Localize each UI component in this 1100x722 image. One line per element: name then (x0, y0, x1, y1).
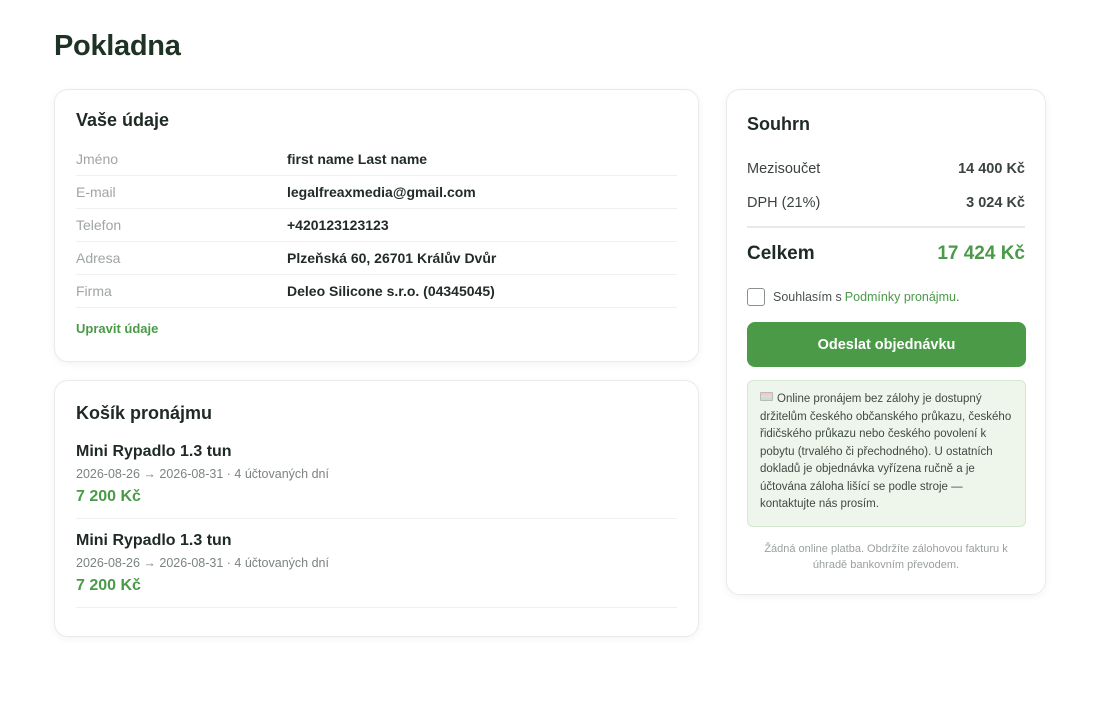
cart-item-price: 7 200 Kč (76, 488, 141, 505)
vat-label: DPH (21%) (747, 195, 821, 211)
details-label: Telefon (76, 217, 122, 233)
details-value: +420123123123 (287, 217, 389, 233)
details-value: legalfreaxmedia@gmail.com (287, 184, 476, 200)
details-label: Firma (76, 283, 112, 299)
details-row-name: Jméno first name Last name (76, 143, 677, 176)
details-row-email: E-mail legalfreaxmedia@gmail.com (76, 176, 677, 209)
details-title: Vaše údaje (76, 110, 170, 130)
cart-item-name: Mini Rypadlo 1.3 tun (76, 443, 232, 460)
cart-item-dates: 2026-08-26 → 2026-08-31 · 4 účtovaných d… (76, 467, 329, 481)
summary-card: Souhrn Mezisoučet 14 400 Kč DPH (21%) 3 … (726, 89, 1046, 595)
subtotal-value: 14 400 Kč (958, 161, 1025, 177)
subtotal-row: Mezisoučet 14 400 Kč (747, 160, 1025, 178)
details-row-company: Firma Deleo Silicone s.r.o. (04345045) (76, 275, 677, 308)
summary-title: Souhrn (747, 114, 810, 134)
payment-footnote: Žádná online platba. Obdržíte zálohovou … (764, 543, 1008, 571)
total-row: Celkem 17 424 Kč (747, 243, 1025, 265)
details-value: Plzeňská 60, 26701 Králův Dvůr (287, 250, 497, 266)
vat-row: DPH (21%) 3 024 Kč (747, 194, 1025, 212)
terms-agreement[interactable]: Souhlasím s Podmínky pronájmu . (747, 288, 1025, 306)
details-row-address: Adresa Plzeňská 60, 26701 Králův Dvůr (76, 242, 677, 275)
details-value: Deleo Silicone s.r.o. (04345045) (287, 283, 495, 299)
terms-checkbox[interactable] (747, 288, 765, 306)
details-card: Vaše údaje Jméno first name Last name E-… (54, 89, 699, 362)
cart-list: Mini Rypadlo 1.3 tun 2026-08-26 → 2026-0… (76, 442, 677, 608)
subtotal-label: Mezisoučet (747, 161, 821, 177)
cart-item: Mini Rypadlo 1.3 tun 2026-08-26 → 2026-0… (76, 531, 677, 608)
id-notice: Online pronájem bez zálohy je dostupný d… (747, 380, 1026, 527)
page-title: Pokladna (54, 30, 181, 62)
details-list: Jméno first name Last name E-mail legalf… (76, 143, 677, 308)
edit-details-link[interactable]: Upravit údaje (76, 321, 158, 336)
submit-order-button[interactable]: Odeslat objednávku (747, 322, 1026, 367)
details-label: E-mail (76, 184, 116, 200)
terms-prefix: Souhlasím s (773, 290, 842, 304)
vat-value: 3 024 Kč (966, 195, 1025, 211)
cart-card: Košík pronájmu Mini Rypadlo 1.3 tun 2026… (54, 380, 699, 637)
cart-title: Košík pronájmu (76, 403, 213, 423)
total-label: Celkem (747, 243, 815, 264)
summary-divider (747, 226, 1025, 228)
terms-link[interactable]: Podmínky pronájmu (845, 290, 956, 304)
cart-item-dates: 2026-08-26 → 2026-08-31 · 4 účtovaných d… (76, 556, 329, 570)
terms-suffix: . (955, 290, 960, 304)
details-row-phone: Telefon +420123123123 (76, 209, 677, 242)
details-label: Adresa (76, 250, 121, 266)
total-value: 17 424 Kč (937, 243, 1025, 264)
details-value: first name Last name (287, 151, 428, 167)
details-label: Jméno (76, 151, 119, 167)
notice-text: Online pronájem bez zálohy je dostupný d… (760, 393, 1012, 510)
cart-item-name: Mini Rypadlo 1.3 tun (76, 532, 232, 549)
id-card-icon (760, 392, 773, 401)
cart-item: Mini Rypadlo 1.3 tun 2026-08-26 → 2026-0… (76, 442, 677, 519)
cart-item-price: 7 200 Kč (76, 577, 141, 594)
